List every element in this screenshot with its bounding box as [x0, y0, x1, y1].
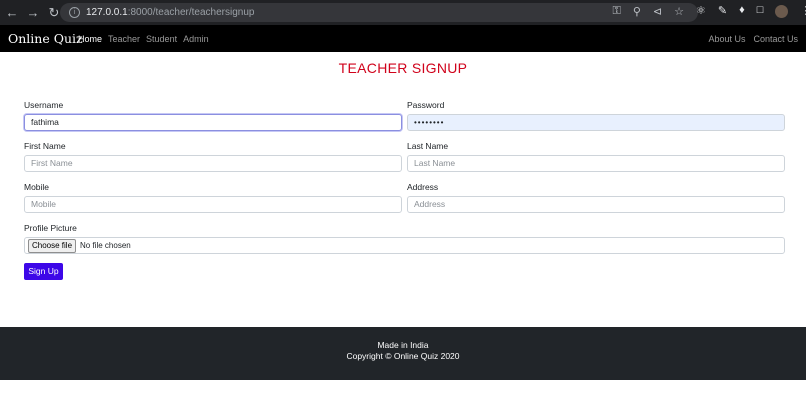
address-field[interactable]: Address — [407, 196, 785, 213]
back-arrow-icon[interactable]: ← — [3, 5, 21, 20]
last-name-field[interactable]: Last Name — [407, 155, 785, 172]
site-info-icon[interactable]: i — [69, 7, 80, 18]
extensions-puzzle-icon[interactable]: ♦ — [739, 4, 745, 18]
nav-link-contact-us[interactable]: Contact Us — [753, 34, 798, 44]
profile-picture-input: Choose file No file chosen — [24, 237, 785, 254]
first-name-field[interactable]: First Name — [24, 155, 402, 172]
side-panel-icon[interactable]: □ — [757, 4, 764, 18]
extension-pen-icon[interactable]: ✎ — [718, 4, 727, 18]
footer-copyright: Copyright © Online Quiz 2020 — [346, 351, 460, 361]
profile-picture-label: Profile Picture — [24, 223, 77, 233]
mobile-field[interactable]: Mobile — [24, 196, 402, 213]
first-name-label: First Name — [24, 141, 66, 151]
nav-link-student[interactable]: Student — [146, 34, 177, 44]
key-icon[interactable]: ⚿ — [612, 5, 620, 18]
nav-link-teacher[interactable]: Teacher — [108, 34, 140, 44]
choose-file-button[interactable]: Choose file — [28, 238, 77, 253]
browser-toolbar: ← → ↻ i 127.0.0.1:8000/teacher/teachersi… — [0, 0, 806, 25]
site-navbar: Online Quiz Home Teacher Student Admin A… — [0, 25, 806, 52]
profile-avatar[interactable] — [775, 5, 789, 18]
no-file-chosen-text: No file chosen — [80, 241, 131, 250]
nav-link-home[interactable]: Home — [78, 34, 102, 44]
bookmark-star-icon[interactable]: ☆ — [674, 5, 684, 18]
address-bar[interactable]: i 127.0.0.1:8000/teacher/teachersignup ⚿… — [60, 3, 698, 22]
menu-kebab-icon[interactable]: ⋮ — [800, 4, 806, 18]
password-label: Password — [407, 100, 445, 110]
nav-link-about-us[interactable]: About Us — [708, 34, 745, 44]
zoom-icon[interactable]: ⚲ — [633, 5, 641, 18]
share-icon[interactable]: ⊲ — [653, 5, 662, 18]
last-name-label: Last Name — [407, 141, 449, 151]
username-field[interactable]: fathima — [24, 114, 402, 131]
footer-made-in-india: Made in India — [377, 340, 429, 350]
username-label: Username — [24, 100, 64, 110]
site-footer: Made in India Copyright © Online Quiz 20… — [0, 327, 806, 380]
page-title: TEACHER SIGNUP — [338, 60, 468, 76]
extension-react-icon[interactable]: ⚛ — [696, 4, 706, 18]
url-text: 127.0.0.1:8000/teacher/teachersignup — [86, 7, 255, 18]
address-label: Address — [407, 182, 439, 192]
mobile-label: Mobile — [24, 182, 50, 192]
nav-link-admin[interactable]: Admin — [183, 34, 209, 44]
password-field[interactable]: •••••••• — [407, 114, 785, 131]
brand-logo[interactable]: Online Quiz — [8, 31, 83, 46]
sign-up-button[interactable]: Sign Up — [24, 263, 63, 280]
forward-arrow-icon[interactable]: → — [24, 5, 42, 20]
